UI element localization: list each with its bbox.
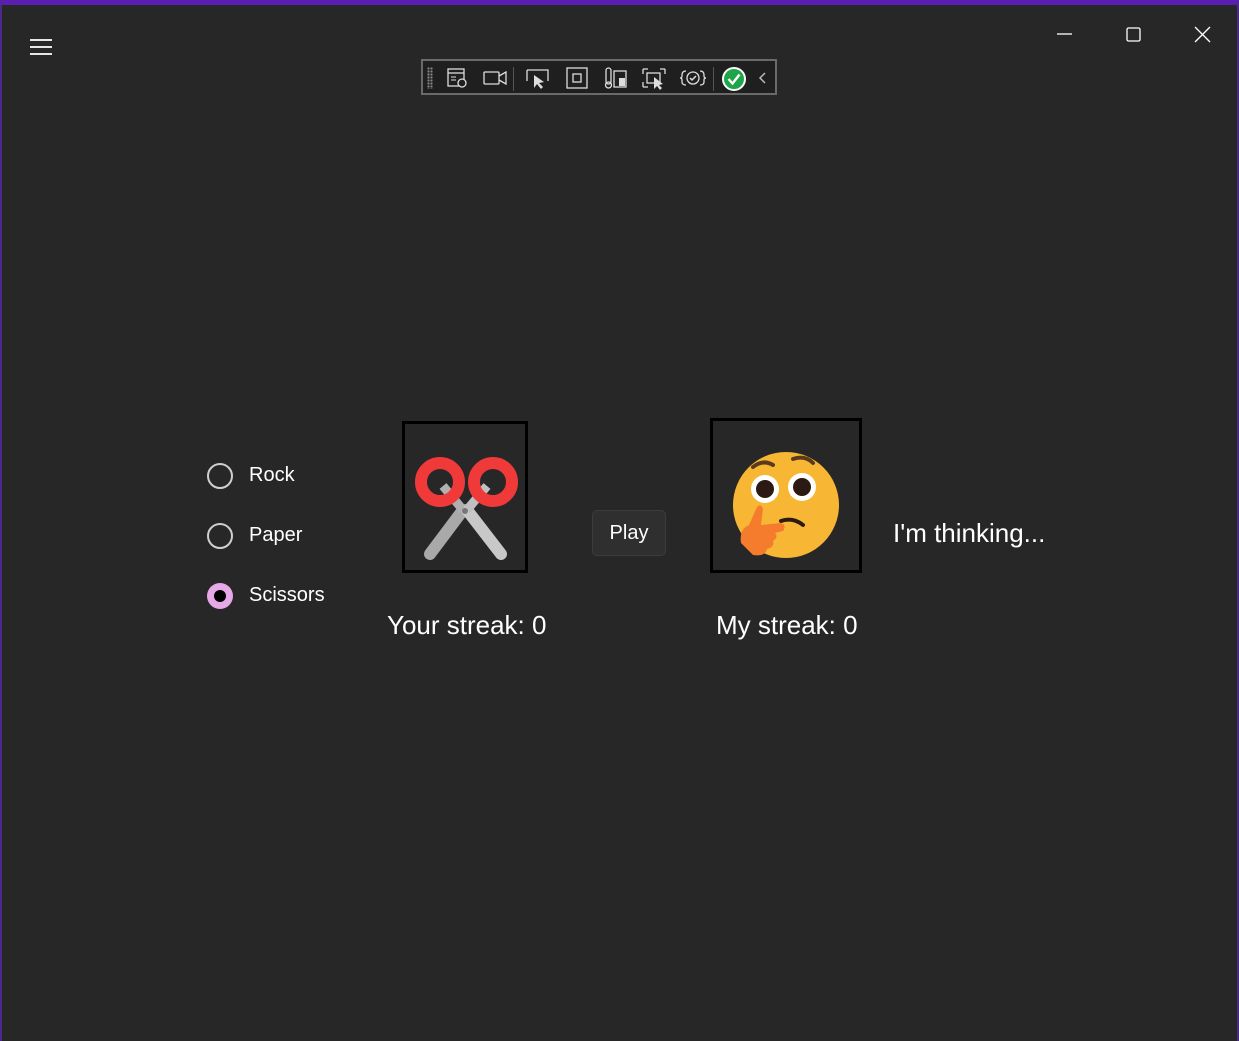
live-visual-tree-icon — [447, 68, 467, 88]
display-layout-adorners-icon — [566, 67, 588, 89]
collapse-toolbar-icon — [758, 72, 766, 84]
select-element-icon — [526, 69, 549, 89]
radio-label: Scissors — [249, 584, 325, 606]
radio-indicator — [207, 463, 233, 489]
radio-paper[interactable]: Paper — [207, 523, 327, 555]
select-element-button[interactable] — [522, 65, 552, 91]
hot-reload-status-icon — [722, 67, 746, 91]
select-element-preview-icon — [642, 68, 666, 90]
maximize-button[interactable] — [1111, 17, 1155, 51]
debug-toolbar — [421, 59, 777, 95]
computer-choice-image — [710, 418, 862, 573]
hot-reload-icon — [679, 70, 707, 86]
radio-indicator — [207, 583, 233, 609]
collapse-toolbar-button[interactable] — [753, 65, 773, 91]
minimize-button[interactable] — [1042, 17, 1086, 51]
radio-rock[interactable]: Rock — [207, 463, 327, 495]
hot-reload-status-button[interactable] — [719, 65, 749, 91]
your-streak-label: Your streak: 0 — [387, 610, 547, 640]
app-window: Rock Paper Scissors Play Your streak: 0 … — [0, 0, 1239, 1041]
computer-status-label: I'm thinking... — [893, 518, 1046, 548]
minimize-icon — [1057, 33, 1072, 35]
toolbar-grip[interactable] — [427, 67, 433, 89]
record-button[interactable] — [479, 65, 509, 91]
record-icon — [483, 70, 507, 86]
radio-label: Paper — [249, 524, 303, 546]
my-streak-label: My streak: 0 — [716, 610, 858, 640]
player-choice-image — [402, 421, 528, 573]
close-button[interactable] — [1180, 17, 1224, 51]
radio-label: Rock — [249, 464, 295, 486]
track-focus-icon — [604, 67, 627, 89]
thinking-face-icon — [733, 452, 839, 558]
scissors-icon — [415, 457, 518, 560]
close-icon — [1194, 26, 1211, 43]
select-element-preview-button[interactable] — [638, 65, 668, 91]
radio-indicator — [207, 523, 233, 549]
display-layout-adorners-button[interactable] — [562, 65, 592, 91]
maximize-icon — [1126, 27, 1141, 42]
track-focus-button[interactable] — [600, 65, 630, 91]
radio-scissors[interactable]: Scissors — [207, 583, 337, 615]
live-visual-tree-button[interactable] — [443, 65, 473, 91]
hamburger-menu-icon[interactable] — [28, 35, 54, 59]
hot-reload-button[interactable] — [677, 65, 707, 91]
play-button[interactable]: Play — [592, 510, 666, 556]
